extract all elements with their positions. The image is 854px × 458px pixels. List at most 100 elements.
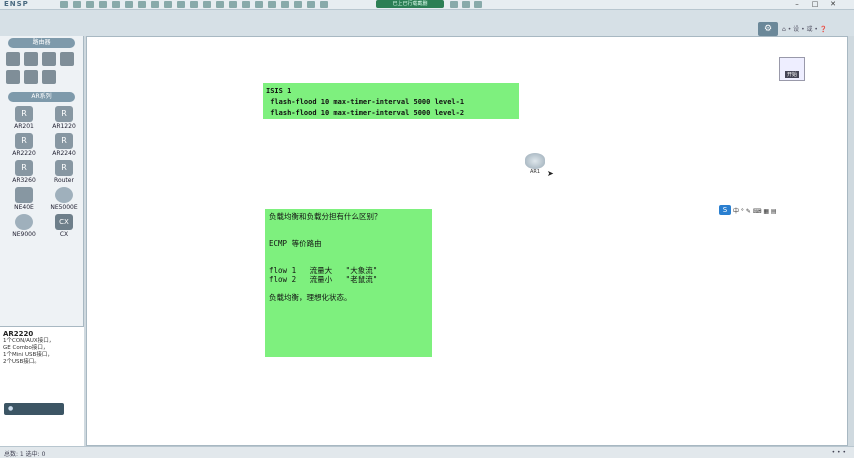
- text-icon[interactable]: [190, 1, 198, 8]
- save-icon[interactable]: [86, 1, 94, 8]
- window-title: 已上已行载截删: [376, 0, 444, 8]
- device-label: NE5000E: [50, 204, 78, 211]
- load-balance-note[interactable]: 负载均衡和负载分担有什么区别？ ECMP 等价路由 flow 1 流量大 "大象…: [265, 209, 432, 357]
- start-button[interactable]: 开始: [784, 71, 799, 78]
- description-line: 1个Mini USB接口，: [3, 352, 53, 358]
- switch-category-icon[interactable]: [24, 52, 38, 66]
- terminal-icon[interactable]: [294, 1, 302, 8]
- app-window: ENSP 已上已行载截删 – □ ✕ ⚙ ⌂ • 设 • 或 • ❓ 路由器 A…: [0, 0, 854, 458]
- ime-toolbar: S 中 ° ✎ ⌨ ▦ ▤: [719, 205, 777, 215]
- router-icon: [525, 153, 545, 169]
- ellipse-icon[interactable]: [216, 1, 224, 8]
- device-icon: R: [15, 160, 33, 176]
- description-line: 1个CON/AUX接口，: [3, 338, 55, 344]
- category-header: 路由器: [8, 38, 75, 48]
- router-ar1[interactable]: AR1: [525, 153, 545, 175]
- device-description: AR2220 1个CON/AUX接口， GE Combo接口， 1个Mini U…: [0, 326, 84, 446]
- terminal-category-icon[interactable]: [6, 70, 20, 84]
- wlan-category-icon[interactable]: [42, 52, 56, 66]
- capture-icon[interactable]: [268, 1, 276, 8]
- header-strip: ⚙ ⌂ • 设 • 或 • ❓: [0, 10, 854, 36]
- device-label: AR2240: [52, 150, 76, 157]
- mouse-cursor-icon: ➤: [547, 169, 554, 178]
- status-bar: 总数: 1 选中: 0 • • •: [0, 446, 854, 458]
- rect-icon[interactable]: [203, 1, 211, 8]
- device-item[interactable]: R AR2240: [44, 133, 84, 157]
- device-item[interactable]: NE5000E: [44, 187, 84, 211]
- cloud-category-icon[interactable]: [24, 70, 38, 84]
- status-right: • • •: [831, 449, 846, 456]
- pause-icon[interactable]: [462, 1, 470, 8]
- drag-icon[interactable]: [164, 1, 172, 8]
- print-icon[interactable]: [112, 1, 120, 8]
- main-toolbar: [60, 1, 328, 8]
- status-left: 总数: 1 选中: 0: [4, 451, 46, 458]
- new-topology-icon[interactable]: [60, 1, 68, 8]
- device-icon: [15, 214, 33, 230]
- ime-items[interactable]: 中 ° ✎ ⌨ ▦ ▤: [733, 206, 777, 215]
- gear-icon[interactable]: ⚙: [758, 22, 778, 36]
- device-item[interactable]: NE40E: [4, 187, 44, 211]
- device-panel: 路由器 AR系列 R AR201 R AR1220 R AR2220 R AR2240 R AR3…: [0, 36, 84, 446]
- topology-icon[interactable]: [281, 1, 289, 8]
- device-label: NE9000: [12, 231, 36, 238]
- title-bar: ENSP 已上已行载截删 – □ ✕: [0, 0, 854, 10]
- app-logo: ENSP: [4, 0, 29, 8]
- stop-all-icon[interactable]: [255, 1, 263, 8]
- category-row: [0, 50, 83, 68]
- device-item[interactable]: R Router: [44, 160, 84, 184]
- select-icon[interactable]: [151, 1, 159, 8]
- device-icon: R: [55, 133, 73, 149]
- console-icon[interactable]: [307, 1, 315, 8]
- device-label: NE40E: [14, 204, 34, 211]
- device-grid: R AR201 R AR1220 R AR2220 R AR2240 R AR3260 R Route…: [0, 104, 83, 240]
- redo-icon[interactable]: [138, 1, 146, 8]
- device-icon: [15, 187, 33, 203]
- open-icon[interactable]: [73, 1, 81, 8]
- stop-icon[interactable]: [474, 1, 482, 8]
- save-as-icon[interactable]: [99, 1, 107, 8]
- device-item[interactable]: R AR2220: [4, 133, 44, 157]
- device-item[interactable]: CX CX: [44, 214, 84, 238]
- device-item[interactable]: R AR201: [4, 106, 44, 130]
- isis-config-note[interactable]: ISIS 1 flash-flood 10 max-timer-interval…: [263, 83, 519, 119]
- description-button[interactable]: ●: [4, 403, 64, 415]
- description-line: 2个USB接口。: [3, 359, 40, 365]
- maximize-button[interactable]: □: [808, 0, 822, 9]
- device-icon: R: [55, 106, 73, 122]
- undo-icon[interactable]: [125, 1, 133, 8]
- description-title: AR2220: [3, 330, 34, 338]
- device-icon: CX: [55, 214, 73, 230]
- start-all-icon[interactable]: [242, 1, 250, 8]
- device-label: AR2220: [12, 150, 36, 157]
- firewall-category-icon[interactable]: [60, 52, 74, 66]
- device-icon: R: [15, 106, 33, 122]
- description-line: GE Combo接口，: [3, 345, 49, 351]
- secondary-toolbar: [450, 1, 482, 8]
- hub-links[interactable]: ⌂ • 设 • 或 • ❓: [782, 24, 827, 33]
- device-label: Router: [54, 177, 74, 184]
- connect-icon[interactable]: [229, 1, 237, 8]
- ime-logo-icon[interactable]: S: [719, 205, 731, 215]
- device-icon: R: [55, 160, 73, 176]
- device-item[interactable]: R AR3260: [4, 160, 44, 184]
- devices-header: AR系列: [8, 92, 75, 102]
- delete-icon[interactable]: [177, 1, 185, 8]
- start-device-icon[interactable]: 开始: [779, 57, 805, 81]
- device-label: AR1220: [52, 123, 76, 130]
- device-label: AR3260: [12, 177, 36, 184]
- device-icon: [55, 187, 73, 203]
- device-item[interactable]: NE9000: [4, 214, 44, 238]
- device-label: CX: [59, 231, 69, 238]
- device-icon: R: [15, 133, 33, 149]
- minimize-button[interactable]: –: [790, 0, 804, 9]
- device-label: AR201: [14, 123, 34, 130]
- settings-icon[interactable]: [320, 1, 328, 8]
- device-item[interactable]: R AR1220: [44, 106, 84, 130]
- category-row-2: [0, 68, 83, 86]
- router-category-icon[interactable]: [6, 52, 20, 66]
- run-icon[interactable]: [450, 1, 458, 8]
- topology-canvas[interactable]: ISIS 1 flash-flood 10 max-timer-interval…: [86, 36, 848, 446]
- close-button[interactable]: ✕: [826, 0, 840, 9]
- link-category-icon[interactable]: [42, 70, 56, 84]
